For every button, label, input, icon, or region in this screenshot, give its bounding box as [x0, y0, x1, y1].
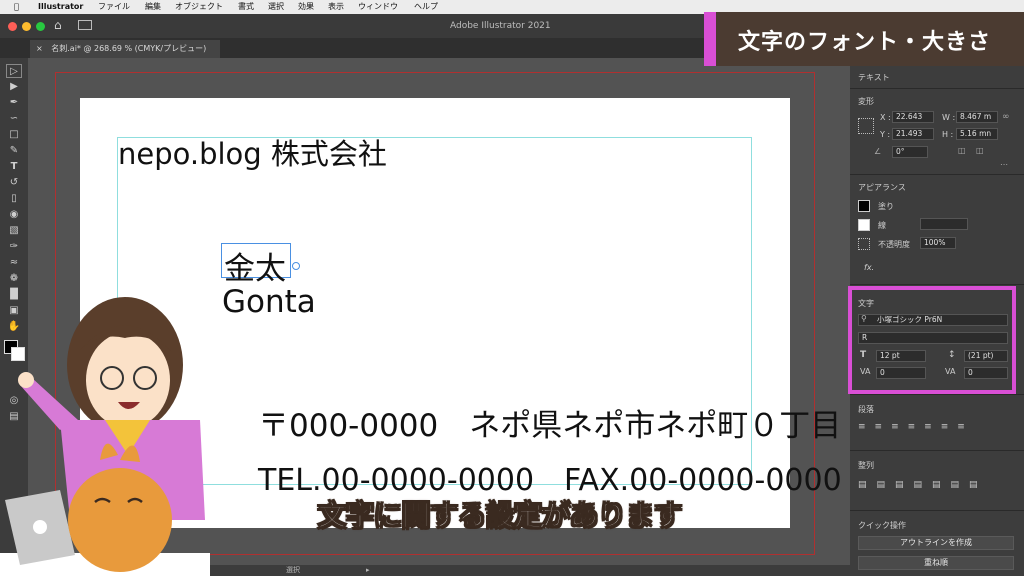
contact-text[interactable]: TEL.00-0000-0000 FAX.00-0000-0000	[258, 455, 842, 499]
link-icon[interactable]: ∞	[1002, 112, 1010, 122]
quick-actions-title: クイック操作	[858, 521, 906, 530]
h-label: H :	[942, 130, 954, 139]
laptop-icon	[5, 490, 75, 565]
zoom-window-button[interactable]	[36, 22, 45, 31]
rectangle-tool-icon[interactable]: □	[6, 128, 22, 142]
fill-label: 塗り	[878, 202, 894, 211]
arrange-button[interactable]: 重ね順	[858, 556, 1014, 570]
menu-effect[interactable]: 効果	[298, 0, 314, 14]
reference-point-icon[interactable]	[858, 118, 874, 134]
current-tool-status[interactable]: 選択	[286, 565, 300, 576]
w-field[interactable]: 8.467 m	[956, 111, 998, 123]
h-field[interactable]: 5.16 mn	[956, 128, 998, 140]
align-object-buttons[interactable]: ▤▤▤▤▤▤▤	[858, 480, 1008, 492]
gradient-tool-icon[interactable]: ▧	[6, 224, 22, 238]
transform-title: 変形	[858, 97, 874, 106]
tab-close-icon[interactable]: ×	[36, 44, 43, 53]
menu-view[interactable]: 表示	[328, 0, 344, 14]
divider	[850, 174, 1024, 175]
direct-selection-tool-icon[interactable]: ▶	[6, 80, 22, 94]
y-field[interactable]: 21.493	[892, 128, 934, 140]
shape-builder-tool-icon[interactable]: ◉	[6, 208, 22, 222]
flip-vertical-icon[interactable]: ◫	[976, 146, 984, 155]
create-outlines-button[interactable]: アウトラインを作成	[858, 536, 1014, 550]
paragraph-title: 段落	[858, 405, 874, 414]
menu-object[interactable]: オブジェクト	[175, 0, 223, 14]
stroke-weight-field[interactable]	[920, 218, 968, 230]
paintbrush-tool-icon[interactable]: ✎	[6, 144, 22, 158]
text-section-header: テキスト	[858, 73, 890, 82]
presenter-illustration	[5, 297, 205, 572]
status-arrow-icon[interactable]: ▸	[366, 565, 370, 576]
w-label: W :	[942, 113, 956, 122]
document-tab[interactable]: × 名刺.ai* @ 268.69 % (CMYK/プレビュー)	[30, 40, 220, 58]
menu-select[interactable]: 選択	[268, 0, 284, 14]
fill-color-swatch[interactable]	[858, 200, 870, 212]
divider	[850, 450, 1024, 451]
workspace-switcher-icon[interactable]	[78, 20, 92, 30]
name-en-text[interactable]: Gonta	[222, 284, 316, 320]
minimize-window-button[interactable]	[22, 22, 31, 31]
close-window-button[interactable]	[8, 22, 17, 31]
angle-field[interactable]: 0°	[892, 146, 928, 158]
selection-handle[interactable]	[292, 262, 300, 270]
menu-type[interactable]: 書式	[238, 0, 254, 14]
divider	[850, 394, 1024, 395]
x-label: X :	[880, 113, 891, 122]
selection-tool-icon[interactable]: ▷	[6, 64, 22, 78]
title-bar: ⌂ Adobe Illustrator 2021	[0, 14, 710, 38]
eraser-tool-icon[interactable]: ▯	[6, 192, 22, 206]
divider	[850, 510, 1024, 511]
pen-tool-icon[interactable]: ✒	[6, 96, 22, 110]
menu-help[interactable]: ヘルプ	[414, 0, 438, 14]
document-tab-label: 名刺.ai* @ 268.69 % (CMYK/プレビュー)	[51, 44, 207, 53]
divider	[850, 88, 1024, 89]
angle-icon: ∠	[874, 147, 882, 156]
apple-icon[interactable]: 	[14, 0, 19, 14]
eyedropper-tool-icon[interactable]: ✑	[6, 240, 22, 254]
app-title: Adobe Illustrator 2021	[450, 21, 551, 31]
divider	[850, 284, 1024, 285]
name-jp-text[interactable]: 金太	[224, 243, 286, 288]
flip-horizontal-icon[interactable]: ◫	[958, 146, 966, 155]
effects-button[interactable]: fx.	[864, 263, 874, 272]
menu-app-name[interactable]: Illustrator	[38, 0, 83, 14]
stroke-label: 線	[878, 221, 886, 230]
tutorial-caption: 文字に関する設定があります	[317, 499, 683, 533]
more-options-icon[interactable]: ⋯	[1000, 160, 1008, 169]
company-name-text[interactable]: nepo.blog 株式会社	[118, 131, 387, 173]
stroke-color-swatch[interactable]	[858, 219, 870, 231]
curvature-tool-icon[interactable]: ∽	[6, 112, 22, 126]
type-tool-icon[interactable]: T	[6, 160, 22, 174]
home-icon[interactable]: ⌂	[54, 18, 62, 32]
rotate-tool-icon[interactable]: ↺	[6, 176, 22, 190]
status-bar: 選択 ▸	[210, 565, 850, 576]
menu-edit[interactable]: 編集	[145, 0, 161, 14]
paragraph-align-buttons[interactable]: ≡≡≡≡≡≡≡	[858, 422, 1008, 434]
banner-title: 文字のフォント・大きさ	[738, 30, 992, 55]
opacity-field[interactable]: 100%	[920, 237, 956, 249]
banner-accent	[704, 12, 716, 66]
align-title: 整列	[858, 461, 874, 470]
character-panel-highlight	[848, 286, 1016, 394]
x-field[interactable]: 22.643	[892, 111, 934, 123]
opacity-icon	[858, 238, 870, 250]
menu-file[interactable]: ファイル	[98, 0, 130, 14]
blend-tool-icon[interactable]: ≈	[6, 256, 22, 270]
y-label: Y :	[880, 130, 891, 139]
address-text[interactable]: 〒000-0000 ネポ県ネポ市ネポ町０丁目	[258, 400, 841, 445]
menu-window[interactable]: ウィンドウ	[358, 0, 398, 14]
appearance-title: アピアランス	[858, 183, 906, 192]
opacity-label: 不透明度	[878, 240, 910, 249]
